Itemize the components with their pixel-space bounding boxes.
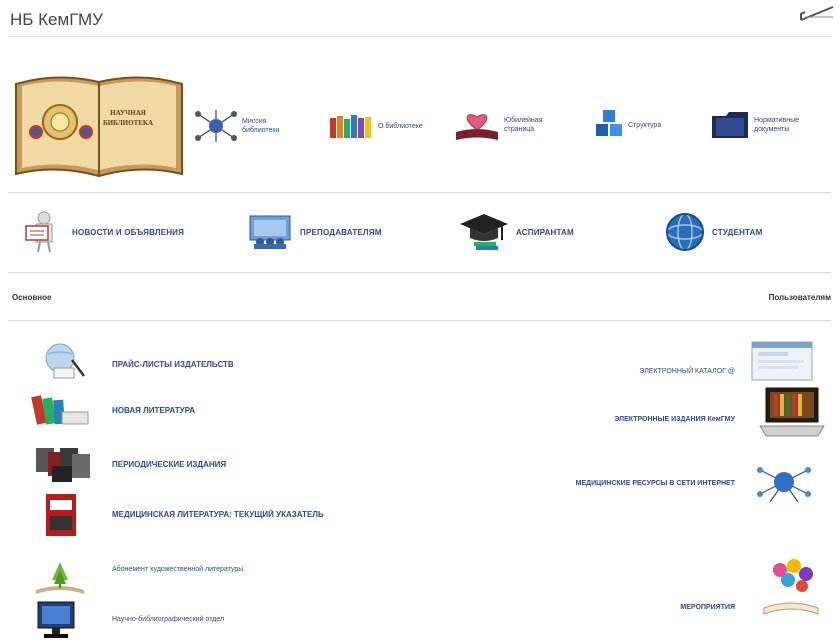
book-title: НАУЧНАЯ БИБЛИОТЕКА [88, 108, 168, 128]
catalog-screen-icon[interactable] [750, 340, 814, 382]
news-sign-icon [25, 211, 53, 253]
price-list-globe-icon[interactable] [40, 340, 86, 380]
section-main-heading: Основное [12, 293, 52, 302]
nav-jubilee-label: Юбилейная страница [504, 117, 543, 133]
link-new-literature[interactable]: НОВАЯ ЛИТЕРАТУРА [112, 406, 195, 415]
fiction-book-tree-icon[interactable] [32, 556, 88, 596]
structure-cubes-icon [596, 110, 622, 136]
nav-postgrads-label: АСПИРАНТАМ [516, 227, 574, 237]
divider [8, 36, 831, 37]
link-price-lists[interactable]: ПРАЙС-ЛИСТЫ ИЗДАТЕЛЬСТВ [112, 360, 234, 369]
nav-news-label: НОВОСТИ И ОБЪЯВЛЕНИЯ [72, 227, 185, 237]
nav-students[interactable]: СТУДЕНТАМ [664, 212, 762, 252]
nav-news[interactable]: НОВОСТИ И ОБЪЯВЛЕНИЯ [22, 210, 184, 254]
divider [8, 320, 831, 321]
edit-icon[interactable] [799, 4, 835, 22]
internet-network-icon[interactable] [756, 460, 812, 504]
nav-teachers-label: ПРЕПОДАВАТЕЛЯМ [300, 227, 382, 237]
events-flowers-book-icon[interactable] [760, 556, 822, 618]
nav-mission[interactable]: Миссия библиотеки [194, 108, 300, 144]
nav-students-label: СТУДЕНТАМ [712, 227, 763, 237]
nav-structure-label: Структура [628, 121, 662, 129]
divider [8, 192, 831, 193]
new-books-icon[interactable] [30, 392, 90, 428]
link-medical-literature-index[interactable]: МЕДИЦИНСКАЯ ЛИТЕРАТУРА: ТЕКУЩИЙ УКАЗАТЕЛ… [112, 510, 324, 519]
students-globe-icon [666, 213, 704, 251]
nav-jubilee[interactable]: Юбилейная страница [454, 108, 552, 142]
link-electronic-catalog[interactable]: ЭЛЕКТРОННЫЙ КАТАЛОГ @ [639, 368, 735, 375]
link-events[interactable]: МЕРОПРИЯТИЯ [680, 604, 735, 611]
bibliographic-monitor-icon[interactable] [36, 600, 76, 640]
laptop-library-icon[interactable] [758, 386, 826, 440]
divider [8, 272, 831, 273]
link-periodicals[interactable]: ПЕРИОДИЧЕСКИЕ ИЗДАНИЯ [112, 460, 226, 469]
heart-book-icon [456, 114, 498, 140]
documents-folder-icon [712, 112, 748, 138]
teachers-icon [249, 215, 291, 249]
section-users-heading: Пользователям [768, 293, 831, 302]
book-title-line-1: НАУЧНАЯ [110, 109, 146, 117]
link-fiction-subscription[interactable]: Абонемент художественной литературы [112, 566, 243, 573]
nav-documents-label: Нормативные документы [754, 117, 800, 133]
periodicals-icon[interactable] [34, 444, 94, 484]
network-globe-icon [195, 110, 237, 142]
books-shelf-icon [330, 115, 371, 138]
nav-structure[interactable]: Структура [594, 108, 661, 142]
nav-about[interactable]: О библиотеке [328, 112, 423, 140]
link-medical-internet-resources[interactable]: МЕДИЦИНСКИЕ РЕСУРСЫ В СЕТИ ИНТЕРНЕТ [576, 480, 735, 487]
library-book-banner[interactable]: НАУЧНАЯ БИБЛИОТЕКА [12, 70, 186, 184]
graduation-cap-icon [460, 214, 508, 250]
site-title[interactable]: НБ КемГМУ [10, 10, 103, 30]
link-bibliographic-department[interactable]: Научно-библиографический отдел [112, 616, 224, 623]
nav-about-label: О библиотеке [378, 122, 423, 130]
nav-postgrads[interactable]: АСПИРАНТАМ [458, 212, 574, 252]
book-title-line-2: БИБЛИОТЕКА [102, 119, 154, 127]
nav-teachers[interactable]: ПРЕПОДАВАТЕЛЯМ [246, 214, 382, 250]
nav-mission-label: Миссия библиотеки [242, 118, 280, 134]
link-kemgmu-e-publications[interactable]: ЭЛЕКТРОННЫЕ ИЗДАНИЯ КемГМУ [614, 416, 735, 423]
medical-literature-icon[interactable] [44, 492, 78, 538]
nav-documents[interactable]: Нормативные документы [710, 108, 802, 142]
